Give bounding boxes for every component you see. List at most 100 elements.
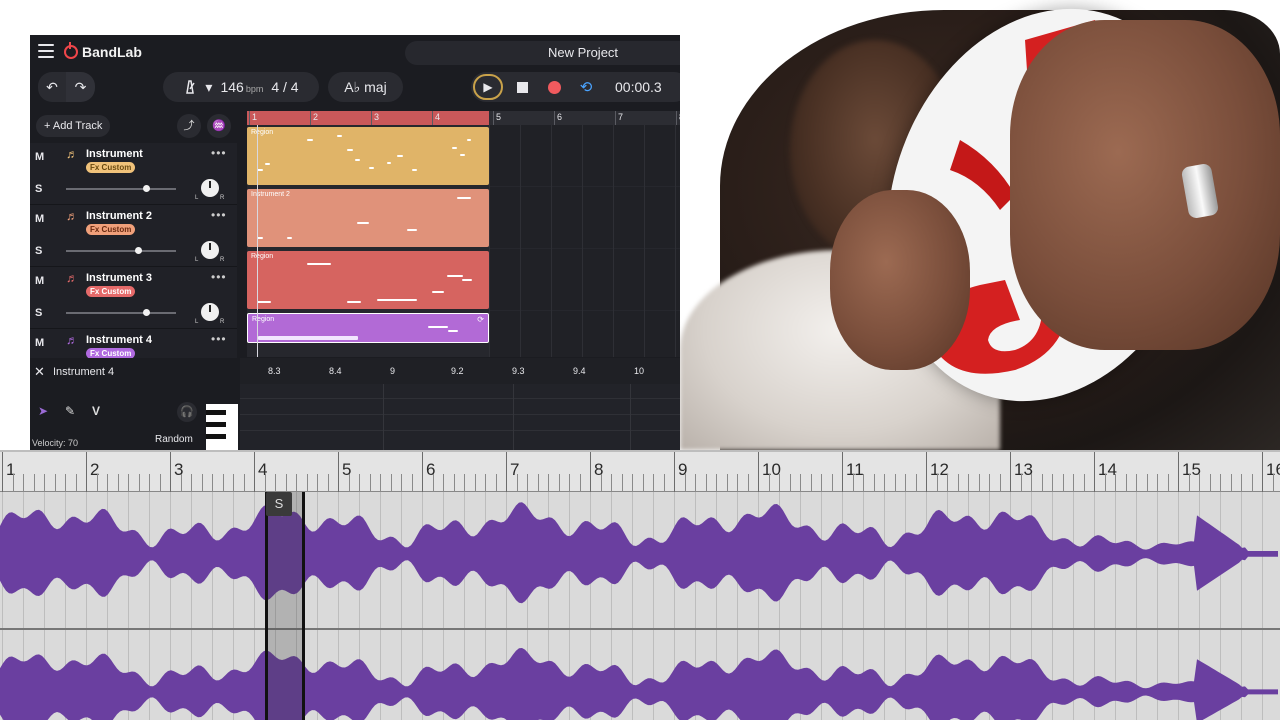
midi-note[interactable] bbox=[448, 330, 458, 332]
midi-region[interactable]: Instrument 2 bbox=[247, 189, 489, 247]
fx-badge[interactable]: Fx Custom bbox=[86, 286, 136, 297]
midi-note[interactable] bbox=[369, 167, 374, 169]
metronome-icon[interactable] bbox=[183, 80, 197, 94]
waveform-button[interactable]: ♒ bbox=[207, 114, 231, 138]
volume-slider-knob[interactable] bbox=[143, 185, 150, 192]
midi-note[interactable] bbox=[337, 135, 342, 137]
midi-note[interactable] bbox=[462, 279, 472, 281]
more-options-icon[interactable]: ••• bbox=[211, 146, 227, 160]
midi-region[interactable]: Region bbox=[247, 127, 489, 185]
ruler-tick bbox=[310, 111, 311, 125]
volume-slider-knob[interactable] bbox=[143, 309, 150, 316]
waveform-minor-tick bbox=[957, 474, 959, 492]
playhead[interactable] bbox=[257, 125, 258, 357]
solo-button[interactable]: S bbox=[35, 183, 42, 195]
audio-waveform-editor[interactable]: 12345678910111213141516 S bbox=[0, 450, 1280, 720]
midi-note[interactable] bbox=[347, 149, 353, 151]
midi-note[interactable] bbox=[428, 326, 448, 328]
track-name[interactable]: Instrument 3 bbox=[86, 272, 152, 284]
waveform-minor-tick bbox=[1199, 474, 1200, 492]
tempo-display[interactable]: 146 bpm bbox=[220, 79, 263, 95]
waveform-minor-tick bbox=[495, 474, 497, 492]
midi-note[interactable] bbox=[432, 291, 444, 293]
track-name[interactable]: Instrument 4 bbox=[86, 334, 152, 346]
midi-note[interactable] bbox=[460, 154, 465, 156]
waveform-minor-tick bbox=[1136, 474, 1137, 492]
stop-button[interactable] bbox=[509, 74, 535, 100]
volume-slider-knob[interactable] bbox=[135, 247, 142, 254]
fx-badge[interactable]: Fx Custom bbox=[86, 224, 136, 235]
midi-note[interactable] bbox=[467, 139, 471, 141]
midi-region[interactable]: Region bbox=[247, 251, 489, 309]
pencil-tool-icon[interactable]: ✎ bbox=[65, 404, 75, 418]
track-name[interactable]: Instrument 2 bbox=[86, 210, 152, 222]
volume-slider[interactable] bbox=[66, 185, 176, 192]
undo-button[interactable]: ↶ bbox=[38, 72, 66, 102]
midi-note[interactable] bbox=[387, 162, 391, 164]
piano-keys[interactable] bbox=[206, 404, 238, 450]
menu-icon[interactable] bbox=[38, 44, 54, 58]
volume-slider[interactable] bbox=[66, 309, 176, 316]
record-button[interactable] bbox=[541, 74, 567, 100]
midi-note[interactable] bbox=[265, 163, 270, 165]
midi-note[interactable] bbox=[258, 336, 358, 340]
more-options-icon[interactable]: ••• bbox=[211, 208, 227, 222]
midi-note[interactable] bbox=[307, 139, 313, 141]
midi-region[interactable]: Region ⟳ bbox=[247, 313, 489, 343]
waveform-ruler[interactable]: 12345678910111213141516 bbox=[0, 452, 1280, 492]
bandlab-logo[interactable]: BandLab bbox=[64, 42, 142, 60]
midi-note[interactable] bbox=[287, 237, 292, 239]
select-tool-icon[interactable]: ➤ bbox=[38, 404, 48, 418]
waveform-minor-tick bbox=[779, 474, 780, 492]
midi-note[interactable] bbox=[452, 147, 457, 149]
midi-note[interactable] bbox=[407, 229, 417, 231]
mute-button[interactable]: M bbox=[35, 337, 44, 349]
waveform-major-tick bbox=[422, 452, 423, 492]
mute-button[interactable]: M bbox=[35, 275, 44, 287]
loop-button[interactable]: ⟲ bbox=[573, 74, 599, 100]
mute-button[interactable]: M bbox=[35, 151, 44, 163]
pan-knob[interactable] bbox=[201, 179, 219, 197]
more-options-icon[interactable]: ••• bbox=[211, 270, 227, 284]
midi-note[interactable] bbox=[357, 222, 369, 224]
key-selector[interactable]: A♭ maj bbox=[328, 72, 403, 102]
pan-knob[interactable] bbox=[201, 303, 219, 321]
solo-button[interactable]: S bbox=[35, 307, 42, 319]
add-track-button[interactable]: + Add Track bbox=[36, 115, 111, 137]
fx-badge[interactable]: Fx Custom bbox=[86, 162, 136, 173]
track-row[interactable]: M S ♬ Instrument Fx Custom ••• L R bbox=[30, 143, 237, 205]
track-name[interactable]: Instrument bbox=[86, 148, 143, 160]
chevron-down-icon[interactable]: ▾ bbox=[205, 79, 212, 96]
midi-note[interactable] bbox=[257, 301, 271, 303]
midi-note[interactable] bbox=[447, 275, 463, 277]
solo-button[interactable]: S bbox=[35, 245, 42, 257]
midi-note[interactable] bbox=[457, 197, 471, 199]
velocity-tool[interactable]: V bbox=[92, 404, 100, 418]
track-row[interactable]: M S ♬ Instrument 2 Fx Custom ••• L R bbox=[30, 205, 237, 267]
marker-badge[interactable]: S bbox=[266, 492, 292, 516]
waveform-minor-tick bbox=[96, 474, 98, 492]
close-icon[interactable]: ✕ bbox=[34, 364, 45, 380]
midi-note[interactable] bbox=[397, 155, 403, 157]
midi-note[interactable] bbox=[355, 159, 360, 161]
plus-icon: + bbox=[44, 120, 53, 132]
redo-button[interactable]: ↷ bbox=[66, 72, 95, 102]
ruler-tick bbox=[615, 111, 616, 125]
random-label[interactable]: Random bbox=[155, 434, 193, 445]
loop-selection[interactable] bbox=[247, 111, 489, 125]
midi-note[interactable] bbox=[412, 169, 417, 171]
midi-note[interactable] bbox=[377, 299, 417, 301]
play-button[interactable]: ▶ bbox=[473, 74, 503, 100]
selection-marker[interactable] bbox=[265, 492, 305, 720]
headphones-icon[interactable]: 🎧 bbox=[177, 402, 197, 422]
mute-button[interactable]: M bbox=[35, 213, 44, 225]
track-row[interactable]: M S ♬ Instrument 3 Fx Custom ••• L R bbox=[30, 267, 237, 329]
volume-slider[interactable] bbox=[66, 247, 176, 254]
more-options-icon[interactable]: ••• bbox=[211, 332, 227, 346]
pan-right-label: R bbox=[220, 257, 225, 263]
midi-note[interactable] bbox=[347, 301, 361, 303]
midi-note[interactable] bbox=[307, 263, 331, 265]
automation-button[interactable]: ⤴ bbox=[177, 114, 201, 138]
pan-knob[interactable] bbox=[201, 241, 219, 259]
time-signature[interactable]: 4 / 4 bbox=[271, 79, 298, 95]
